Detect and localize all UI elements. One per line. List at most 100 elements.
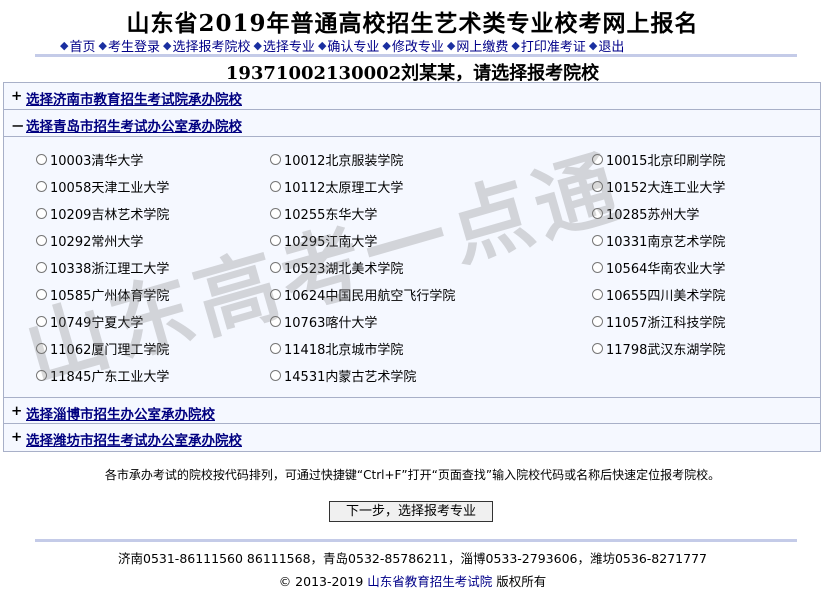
school-option[interactable]: 10112太原理工大学	[270, 177, 403, 196]
top-nav: ◆ 首页 ◆ 考生登录 ◆ 选择报考院校 ◆ 选择专业 ◆ 确认专业 ◆ 修改专业 ◆ 网上缴…	[60, 36, 770, 55]
radio-button[interactable]	[592, 235, 603, 246]
diamond-icon: ◆	[98, 39, 107, 52]
radio-button[interactable]	[270, 235, 281, 246]
school-selection-panel: + 选择济南市教育招生考试院承办院校 － 选择青岛市招生考试办公室承办院校 10…	[3, 82, 821, 452]
section-label: 选择青岛市招生考试办公室承办院校	[26, 119, 242, 135]
school-option[interactable]: 10585广州体育学院	[36, 285, 169, 304]
next-step-button[interactable]: 下一步，选择报考专业	[329, 501, 493, 522]
school-option[interactable]: 10015北京印刷学院	[592, 150, 725, 169]
radio-button[interactable]	[36, 262, 47, 273]
school-option[interactable]: 10292常州大学	[36, 231, 143, 250]
section-label: 选择淄博市招生办公室承办院校	[26, 407, 215, 423]
contact-phones: 济南0531-86111560 86111568，青岛0532-85786211…	[118, 551, 707, 566]
diamond-icon: ◆	[588, 39, 598, 52]
school-option[interactable]: 14531内蒙古艺术学院	[270, 366, 416, 385]
radio-button[interactable]	[270, 316, 281, 327]
expand-icon: +	[11, 429, 23, 445]
search-tip: 各市承办考试的院校按代码排列，可通过快捷键“Ctrl+F”打开“页面查找”输入院…	[104, 468, 721, 482]
school-option[interactable]: 10338浙江理工大学	[36, 258, 169, 277]
radio-button[interactable]	[36, 289, 47, 300]
radio-button[interactable]	[270, 208, 281, 219]
radio-button[interactable]	[270, 262, 281, 273]
nav-label: 修改专业	[391, 40, 444, 55]
radio-button[interactable]	[36, 370, 47, 381]
school-option[interactable]: 10295江南大学	[270, 231, 377, 250]
nav-home[interactable]: ◆ 首页	[60, 36, 95, 55]
school-option[interactable]: 10003清华大学	[36, 150, 143, 169]
copyright-suffix: 版权所有	[496, 574, 547, 589]
school-option[interactable]: 10523湖北美术学院	[270, 258, 403, 277]
copyright-org: 山东省教育招生考试院	[367, 574, 493, 589]
radio-button[interactable]	[270, 343, 281, 354]
school-option[interactable]: 11062厦门理工学院	[36, 339, 169, 358]
copyright-years: © 2013-2019	[278, 574, 364, 589]
school-option[interactable]: 11057浙江科技学院	[592, 312, 725, 331]
expand-icon: +	[11, 403, 23, 419]
expand-icon: +	[11, 88, 23, 104]
nav-label: 网上缴费	[456, 40, 509, 55]
school-option[interactable]: 11798武汉东湖学院	[592, 339, 725, 358]
radio-button[interactable]	[36, 343, 47, 354]
radio-button[interactable]	[270, 181, 281, 192]
school-option[interactable]: 10209吉林艺术学院	[36, 204, 169, 223]
nav-label: 考生登录	[107, 40, 160, 55]
diamond-icon: ◆	[317, 39, 327, 52]
diamond-icon: ◆	[253, 39, 262, 52]
nav-logout[interactable]: ◆ 退出	[589, 36, 624, 55]
radio-button[interactable]	[270, 154, 281, 165]
radio-button[interactable]	[592, 262, 603, 273]
nav-select-school[interactable]: ◆ 选择报考院校	[163, 36, 250, 55]
school-option[interactable]: 10285苏州大学	[592, 204, 699, 223]
nav-confirm-major[interactable]: ◆ 确认专业	[318, 36, 379, 55]
school-option[interactable]: 10012北京服装学院	[270, 150, 403, 169]
school-option[interactable]: 11418北京城市学院	[270, 339, 403, 358]
footer-divider	[35, 539, 797, 542]
radio-button[interactable]	[592, 289, 603, 300]
school-option[interactable]: 10058天津工业大学	[36, 177, 169, 196]
school-option[interactable]: 10564华南农业大学	[592, 258, 725, 277]
diamond-icon: ◆	[446, 39, 456, 52]
school-option[interactable]: 10152大连工业大学	[592, 177, 725, 196]
radio-button[interactable]	[592, 181, 603, 192]
school-option[interactable]: 10624中国民用航空飞行学院	[270, 285, 455, 304]
section-zibo[interactable]: + 选择淄博市招生办公室承办院校	[4, 397, 820, 424]
radio-button[interactable]	[270, 289, 281, 300]
nav-login[interactable]: ◆ 考生登录	[98, 36, 159, 55]
radio-button[interactable]	[592, 208, 603, 219]
section-qingdao[interactable]: － 选择青岛市招生考试办公室承办院校	[4, 110, 820, 137]
radio-button[interactable]	[270, 370, 281, 381]
collapse-icon: －	[11, 119, 25, 135]
school-option[interactable]: 10255东华大学	[270, 204, 377, 223]
radio-button[interactable]	[592, 154, 603, 165]
nav-payment[interactable]: ◆ 网上缴费	[447, 36, 508, 55]
school-option[interactable]: 10331南京艺术学院	[592, 231, 725, 250]
nav-label: 选择专业	[262, 40, 315, 55]
nav-print-ticket[interactable]: ◆ 打印准考证	[511, 36, 585, 55]
nav-select-major[interactable]: ◆ 选择专业	[253, 36, 314, 55]
school-option[interactable]: 11845广东工业大学	[36, 366, 169, 385]
school-option[interactable]: 10749宁夏大学	[36, 312, 143, 331]
section-weifang[interactable]: + 选择潍坊市招生考试办公室承办院校	[4, 424, 820, 451]
diamond-icon: ◆	[382, 39, 391, 52]
school-option[interactable]: 10655四川美术学院	[592, 285, 725, 304]
section-jinan[interactable]: + 选择济南市教育招生考试院承办院校	[4, 83, 820, 110]
page-title: 山东省2019年普通高校招生艺术类专业校考网上报名	[126, 10, 699, 37]
diamond-icon: ◆	[162, 39, 172, 52]
nav-label: 确认专业	[327, 40, 380, 55]
radio-button[interactable]	[592, 316, 603, 327]
diamond-icon: ◆	[60, 39, 69, 52]
section-label: 选择潍坊市招生考试办公室承办院校	[26, 433, 242, 449]
nav-label: 选择报考院校	[172, 40, 251, 55]
radio-button[interactable]	[592, 343, 603, 354]
radio-button[interactable]	[36, 208, 47, 219]
diamond-icon: ◆	[511, 39, 520, 52]
section-label: 选择济南市教育招生考试院承办院校	[26, 92, 242, 108]
copyright: © 2013-2019 山东省教育招生考试院 版权所有	[0, 571, 825, 590]
nav-label: 退出	[598, 40, 625, 55]
radio-button[interactable]	[36, 316, 47, 327]
radio-button[interactable]	[36, 181, 47, 192]
radio-button[interactable]	[36, 154, 47, 165]
nav-modify-major[interactable]: ◆ 修改专业	[382, 36, 443, 55]
radio-button[interactable]	[36, 235, 47, 246]
school-option[interactable]: 10763喀什大学	[270, 312, 377, 331]
